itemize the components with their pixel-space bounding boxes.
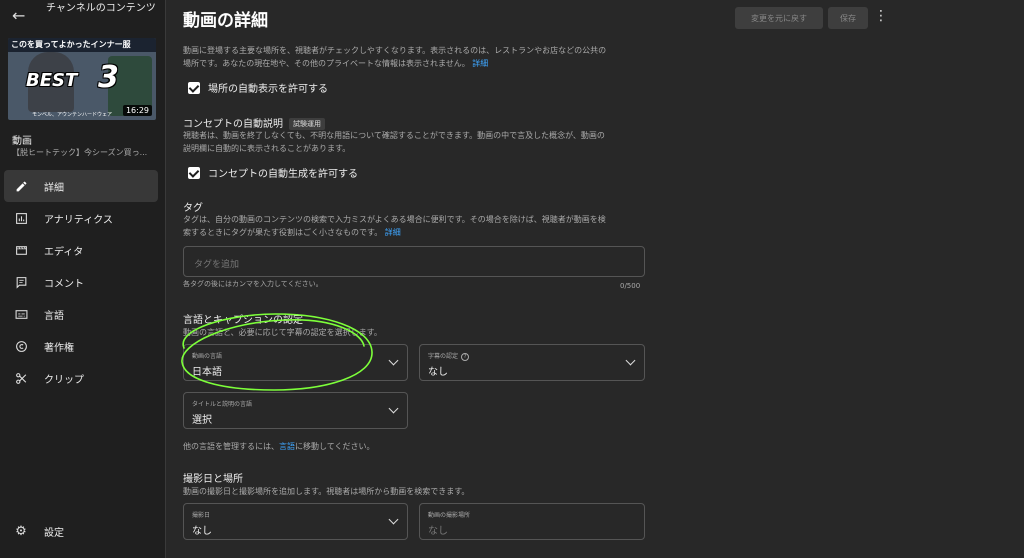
chevron-down-icon xyxy=(625,355,636,366)
concept-auto-checkbox-row[interactable]: コンセプトの自動生成を許可する xyxy=(188,165,358,180)
help-icon[interactable]: ? xyxy=(461,352,470,361)
recording-location-input[interactable]: 動画の撮影場所 なし xyxy=(419,503,645,540)
sidebar-item-analytics[interactable]: アナリティクス xyxy=(4,202,158,234)
chevron-down-icon xyxy=(388,355,399,366)
gear-icon: ⚙ xyxy=(15,524,27,539)
languages-link[interactable]: 言語 xyxy=(279,442,295,451)
recording-location-label: 動画の撮影場所 xyxy=(428,512,471,519)
sidebar-item-copyright[interactable]: 著作権 xyxy=(4,330,158,362)
arrow-left-icon[interactable]: ← xyxy=(12,6,32,26)
tags-placeholder: タグを追加 xyxy=(194,260,240,270)
thumbnail-subtext: モンベル、アウンテンハードウェア xyxy=(32,112,113,118)
chevron-down-icon xyxy=(388,403,399,414)
undo-changes-button[interactable]: 変更を元に戻す xyxy=(735,7,823,29)
tags-description: タグは、自分の動画のコンテンツの検索で入力ミスがよくある場合に便利です。その場合… xyxy=(183,215,606,237)
tags-input[interactable]: タグを追加 xyxy=(183,246,645,277)
location-description: 動画に登場する主要な場所を、視聴者がチェックしやすくなります。表示されるのは、レ… xyxy=(183,46,607,68)
caption-certification-label: 字幕の認定? xyxy=(428,351,470,361)
concept-heading: コンセプトの自動説明 試験運用 xyxy=(183,115,325,130)
sidebar-item-editor[interactable]: エディタ xyxy=(4,234,158,266)
sidebar-item-label: 言語 xyxy=(44,310,64,322)
channel-content-title[interactable]: チャンネルのコンテンツ xyxy=(46,2,158,16)
sidebar-item-label: 著作権 xyxy=(44,342,74,354)
comment-icon xyxy=(14,275,28,289)
recording-date-select[interactable]: 撮影日 なし xyxy=(183,503,408,540)
recording-date-label: 撮影日 xyxy=(192,512,211,519)
analytics-icon xyxy=(14,211,28,225)
tags-learn-more-link[interactable]: 詳細 xyxy=(385,228,401,237)
tags-heading: タグ xyxy=(183,203,203,214)
sidebar-item-label: クリップ xyxy=(44,374,84,386)
video-thumbnail[interactable]: このを買ってよかったインナー服 BEST 3 モンベル、アウンテンハードウェア … xyxy=(8,38,156,120)
recording-location-value: なし xyxy=(428,526,448,537)
sidebar-item-label: 詳細 xyxy=(44,182,64,194)
sidebar-nav: 詳細 アナリティクス エディタ コメント 言語 著作権 クリップ xyxy=(4,170,158,394)
title-language-value: 選択 xyxy=(192,415,212,426)
sidebar-item-settings[interactable]: ⚙ 設定 xyxy=(14,524,64,539)
location-auto-checkbox-row[interactable]: 場所の自動表示を許可する xyxy=(188,80,328,95)
caption-certification-value: なし xyxy=(428,367,448,378)
location-learn-more-link[interactable]: 詳細 xyxy=(472,59,488,68)
thumbnail-best-text: BEST xyxy=(26,70,78,91)
annotation-scribble xyxy=(181,313,373,391)
chevron-down-icon xyxy=(388,514,399,525)
save-button[interactable]: 保存 xyxy=(828,7,868,29)
concept-description: 視聴者は、動画を終了しなくても、不明な用語について確認することができます。動画の… xyxy=(183,131,605,153)
sidebar-item-label: アナリティクス xyxy=(44,214,113,226)
copyright-icon xyxy=(14,339,28,353)
scissors-icon xyxy=(14,371,28,385)
title-language-label: タイトルと説明の言語 xyxy=(192,401,253,408)
manage-languages-text: 他の言語を管理するには、言語に移動してください。 xyxy=(183,442,375,451)
page-title: 動画の詳細 xyxy=(183,11,268,31)
recording-heading: 撮影日と場所 xyxy=(183,474,243,485)
video-label: 動画 xyxy=(12,136,32,147)
location-auto-checkbox[interactable] xyxy=(188,81,200,94)
sidebar-item-comments[interactable]: コメント xyxy=(4,266,158,298)
thumbnail-number: 3 xyxy=(98,60,119,95)
sidebar-item-label: コメント xyxy=(44,278,84,290)
caption-certification-select[interactable]: 字幕の認定? なし xyxy=(419,344,645,381)
recording-date-value: なし xyxy=(192,526,212,537)
video-duration: 16:29 xyxy=(122,105,152,116)
concept-auto-checkbox[interactable] xyxy=(188,166,200,179)
more-options-icon[interactable]: ⋮ xyxy=(874,9,888,23)
sidebar-item-details[interactable]: 詳細 xyxy=(4,170,158,202)
tags-hint: 各タグの後にはカンマを入力してください。 xyxy=(183,280,323,288)
editor-icon xyxy=(14,243,28,257)
pencil-icon xyxy=(14,179,28,193)
sidebar: ← チャンネルのコンテンツ このを買ってよかったインナー服 BEST 3 モンベ… xyxy=(0,0,166,558)
recording-description: 動画の撮影日と撮影場所を追加します。視聴者は場所から動画を検索できます。 xyxy=(183,487,470,496)
video-title: 【脱ヒートテック】今シーズン買っ... xyxy=(12,148,148,157)
thumbnail-banner: このを買ってよかったインナー服 xyxy=(8,38,156,52)
sidebar-item-label: エディタ xyxy=(44,246,84,258)
subtitles-icon xyxy=(14,307,28,321)
sidebar-item-languages[interactable]: 言語 xyxy=(4,298,158,330)
sidebar-item-clips[interactable]: クリップ xyxy=(4,362,158,394)
settings-label: 設定 xyxy=(44,528,64,539)
tags-counter: 0/500 xyxy=(620,282,641,290)
